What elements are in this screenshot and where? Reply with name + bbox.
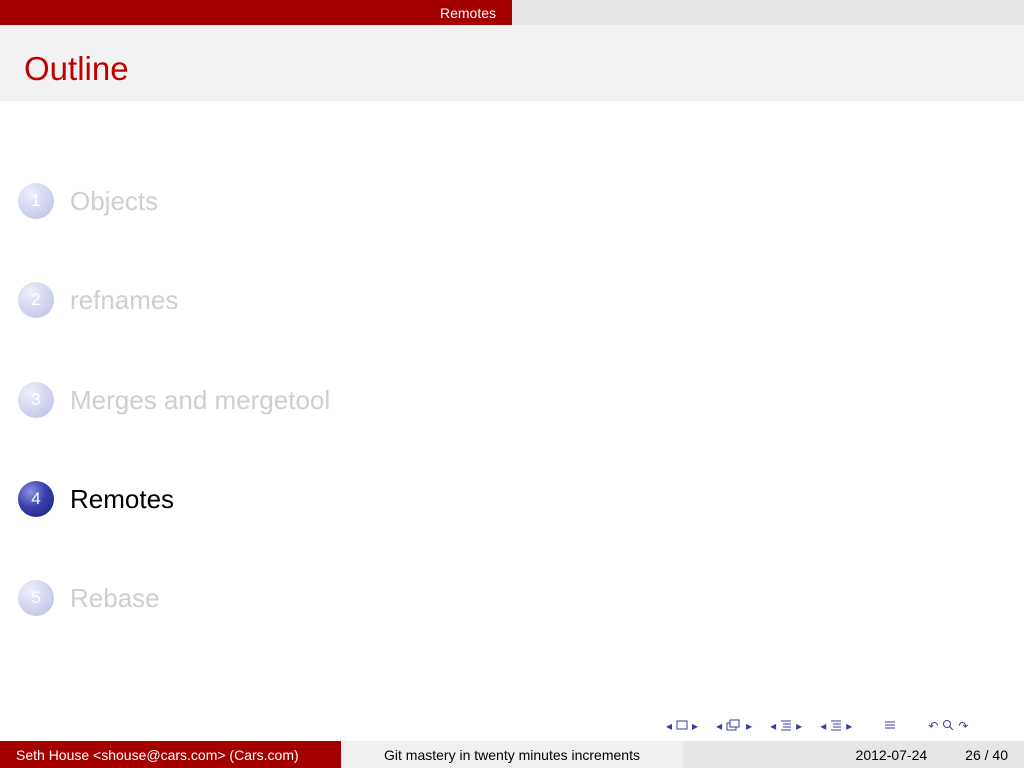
arrow-left-icon[interactable]: ◂ [666,719,672,733]
nav-section-remotes[interactable]: Remotes [0,0,512,25]
outline-item-rebase[interactable]: 5 Rebase [18,580,160,616]
outline-item-label: refnames [70,284,179,315]
arrow-left-icon[interactable]: ◂ [820,719,826,733]
item-number-badge: 5 [18,580,54,616]
page-number: 26 / 40 [965,746,1008,763]
outline-icon[interactable] [884,719,896,734]
frame-title-bar: Outline [0,25,1024,101]
arrow-right-icon[interactable]: ▸ [846,719,852,733]
footer-title: Git mastery in twenty minutes increments [341,741,683,768]
search-icon[interactable] [942,719,954,734]
slide-title: Outline [24,50,129,87]
outline-item-merges[interactable]: 3 Merges and mergetool [18,382,330,418]
item-number-badge: 3 [18,382,54,418]
nav-bar-rest [512,0,1024,25]
section-navigation-bar: Remotes [0,0,1024,25]
outline-item-refnames[interactable]: 2 refnames [18,282,178,318]
frame-icon[interactable] [676,719,688,733]
outline-item-label: Objects [70,185,159,216]
subsection-icon[interactable] [726,719,742,734]
author-text: Seth House <shouse@cars.com> (Cars.com) [16,746,299,763]
presentation-title: Git mastery in twenty minutes increments [384,746,640,763]
outline-item-label: Merges and mergetool [70,384,331,415]
item-number-badge: 1 [18,183,54,219]
arrow-left-icon[interactable]: ◂ [716,719,722,733]
arrow-left-icon[interactable]: ◂ [770,719,776,733]
section-icon[interactable] [780,719,792,734]
nav-section-label: Remotes [439,4,496,21]
outline-item-objects[interactable]: 1 Objects [18,183,158,219]
item-number-badge: 4 [18,481,54,517]
arrow-right-icon[interactable]: ▸ [746,719,752,733]
arrow-right-icon[interactable]: ▸ [692,719,698,733]
arrow-right-icon[interactable]: ▸ [796,719,802,733]
outline-item-label: Rebase [70,582,160,613]
redo-icon[interactable]: ↷ [958,719,968,733]
navigation-symbols: ◂ ▸ ◂ ▸ ◂ ▸ ◂ ▸ ↶ ↷ [666,716,1022,736]
undo-icon[interactable]: ↶ [928,719,938,733]
footer: Seth House <shouse@cars.com> (Cars.com) … [0,741,1024,768]
outline-item-remotes[interactable]: 4 Remotes [18,481,174,517]
outline-item-label: Remotes [70,483,175,514]
item-number-badge: 2 [18,282,54,318]
footer-date-page: 2012-07-24 26 / 40 [683,741,1024,768]
toc-icon[interactable] [830,719,842,734]
date-text: 2012-07-24 [855,746,928,763]
footer-author: Seth House <shouse@cars.com> (Cars.com) [0,741,341,768]
